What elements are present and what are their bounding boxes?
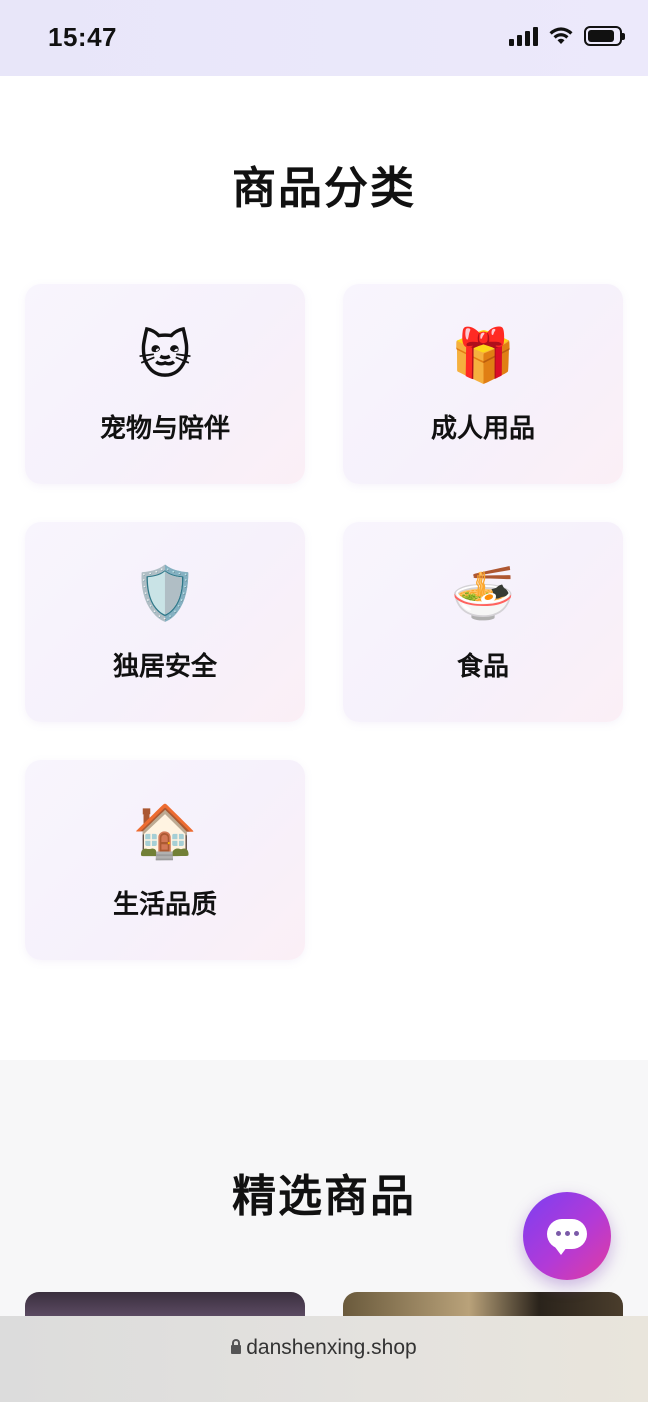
- chat-button[interactable]: [523, 1192, 611, 1280]
- category-label: 食品: [456, 652, 509, 682]
- category-label: 独居安全: [112, 652, 217, 682]
- category-section-title: 商品分类: [232, 163, 416, 214]
- browser-address-bar[interactable]: danshenxing.shop: [0, 1316, 648, 1402]
- category-card-lifestyle[interactable]: 🏠 生活品质: [25, 760, 305, 960]
- url-display[interactable]: danshenxing.shop: [0, 1336, 648, 1360]
- category-card-safety[interactable]: 🛡️ 独居安全: [25, 522, 305, 722]
- url-text: danshenxing.shop: [246, 1336, 417, 1359]
- category-label: 成人用品: [430, 414, 535, 444]
- category-card-pets[interactable]: 🐱 宠物与陪伴: [25, 284, 305, 484]
- status-bar: 15:47: [0, 0, 648, 76]
- category-card-adult[interactable]: 🎁 成人用品: [343, 284, 623, 484]
- gift-icon: 🎁: [450, 326, 516, 386]
- battery-icon: [584, 26, 625, 46]
- lock-icon: [231, 1339, 242, 1354]
- cellular-signal-icon: [509, 26, 538, 46]
- category-card-food[interactable]: 🍜 食品: [343, 522, 623, 722]
- category-label: 宠物与陪伴: [99, 414, 230, 444]
- house-icon: 🏠: [132, 802, 198, 862]
- shield-icon: 🛡️: [132, 564, 198, 624]
- noodle-bowl-icon: 🍜: [450, 564, 516, 624]
- cat-icon: 🐱: [137, 326, 193, 386]
- category-label: 生活品质: [112, 890, 217, 920]
- chat-bubble-icon: [547, 1219, 587, 1255]
- wifi-icon: [549, 27, 573, 44]
- status-time: 15:47: [48, 22, 117, 52]
- status-icons: [509, 26, 625, 46]
